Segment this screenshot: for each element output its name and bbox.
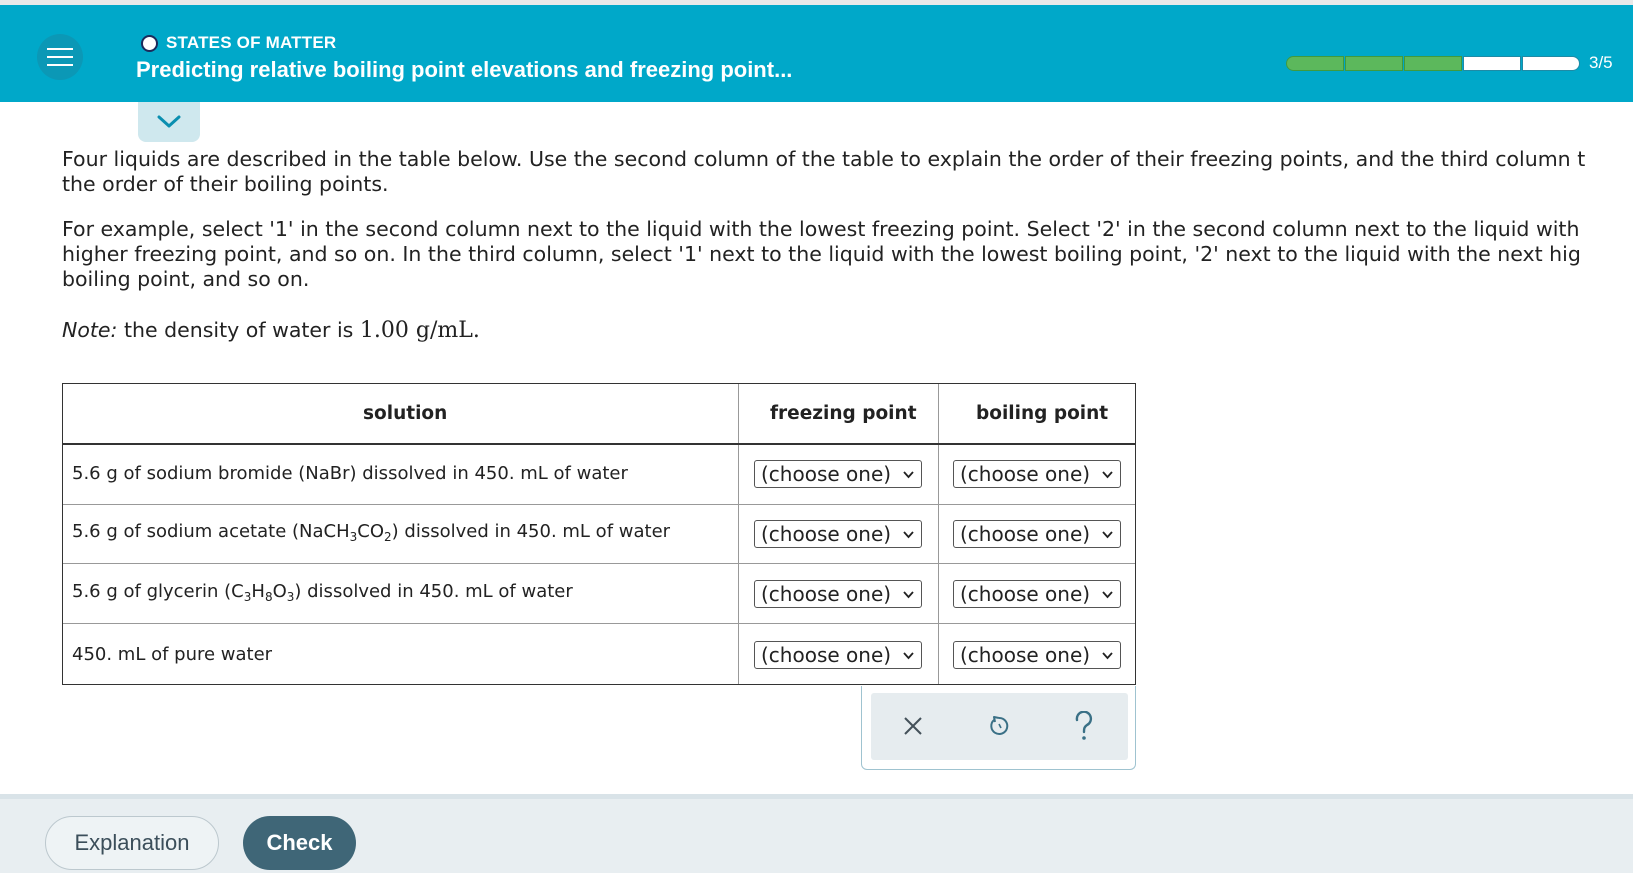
column-divider [938,384,939,684]
progress-count: 3/5 [1589,53,1613,72]
solution-sodium-acetate: 5.6 g of sodium acetate (NaCH3CO2) disso… [72,521,671,544]
check-button[interactable]: Check [243,816,356,870]
subscript: 8 [264,590,273,604]
select-value: (choose one) [761,582,892,606]
chevron-down-icon [903,652,914,660]
boiling-point-select-1[interactable]: (choose one) [953,460,1121,488]
chevron-down-icon [903,531,914,539]
question-line-4: higher freezing point, and so on. In the… [62,242,1581,266]
question-mark-icon [1075,711,1093,740]
collapse-header-button[interactable] [138,102,200,142]
select-value: (choose one) [761,643,892,667]
freezing-point-select-1[interactable]: (choose one) [754,460,922,488]
select-value: (choose one) [761,522,892,546]
question-line-3: For example, select '1' in the second co… [62,217,1580,241]
solution-text: O [272,581,287,602]
progress-bar: 3/5 [1286,53,1613,73]
select-value: (choose one) [960,522,1091,546]
help-button[interactable] [1066,708,1102,744]
solution-text: H [251,581,265,602]
chevron-down-icon [1102,531,1113,539]
note-value: 1.00 g/mL. [359,318,480,343]
lesson-title: Predicting relative boiling point elevat… [136,57,793,82]
density-note: Note: the density of water is 1.00 g/mL. [62,318,1633,343]
solution-text: 450. mL of pure water [72,644,273,665]
explanation-button[interactable]: Explanation [45,816,219,870]
question-line-5: boiling point, and so on. [62,267,310,291]
undo-button[interactable] [981,708,1017,744]
answer-tools [861,686,1136,770]
freezing-point-select-4[interactable]: (choose one) [754,641,922,669]
question-line-2: the order of their boiling points. [62,172,389,196]
freezing-point-select-2[interactable]: (choose one) [754,520,922,548]
chevron-down-icon [903,591,914,599]
footer-bar: Explanation Check [0,794,1633,873]
header-freezing-point: freezing point [770,403,917,424]
row-divider [63,504,1135,505]
header-boiling-point: boiling point [976,403,1109,424]
menu-button[interactable] [37,34,83,80]
boiling-point-select-2[interactable]: (choose one) [953,520,1121,548]
boiling-point-select-3[interactable]: (choose one) [953,580,1121,608]
note-text: the density of water is [117,318,360,342]
topic-row: STATES OF MATTER [141,33,336,53]
select-value: (choose one) [960,643,1091,667]
column-divider [738,384,739,684]
select-value: (choose one) [960,462,1091,486]
answer-tools-bar [871,693,1128,760]
chevron-down-icon [157,115,181,128]
solution-text: 5.6 g of sodium acetate (NaCH [72,521,350,542]
solution-text: 5.6 g of sodium bromide (NaBr) dissolved… [72,463,628,484]
solution-glycerin: 5.6 g of glycerin (C3H8O3) dissolved in … [72,581,573,604]
header-bar: STATES OF MATTER Predicting relative boi… [0,5,1633,102]
boiling-point-select-4[interactable]: (choose one) [953,641,1121,669]
chevron-down-icon [1102,652,1113,660]
select-value: (choose one) [761,462,892,486]
select-value: (choose one) [960,582,1091,606]
progress-segment-4 [1463,55,1521,71]
subscript: 2 [384,530,392,544]
undo-icon [990,716,1009,735]
header-divider [63,443,1135,445]
note-label: Note: [62,318,118,342]
progress-segment-1 [1286,55,1344,71]
hamburger-icon [47,42,73,72]
header-solution: solution [363,403,448,424]
chevron-down-icon [1102,471,1113,479]
solution-text: CO [357,521,385,542]
solution-text: ) dissolved in 450. mL of water [294,581,573,602]
chevron-down-icon [1102,591,1113,599]
chevron-down-icon [903,471,914,479]
liquids-table: solution freezing point boiling point 5.… [62,383,1136,685]
solution-text: ) dissolved in 450. mL of water [391,521,671,542]
close-icon [904,717,922,735]
progress-segment-3 [1404,55,1462,71]
topic-status-icon [141,34,158,52]
topic-label: STATES OF MATTER [166,33,337,52]
progress-segment-2 [1345,55,1403,71]
solution-sodium-bromide: 5.6 g of sodium bromide (NaBr) dissolved… [72,463,628,484]
page: STATES OF MATTER Predicting relative boi… [0,0,1633,873]
solution-pure-water: 450. mL of pure water [72,644,272,665]
clear-button[interactable] [895,708,931,744]
row-divider [63,623,1135,624]
solution-text: 5.6 g of glycerin (C [72,581,244,602]
question-line-1: Four liquids are described in the table … [62,147,1586,171]
row-divider [63,563,1135,564]
progress-segment-5 [1522,55,1580,71]
freezing-point-select-3[interactable]: (choose one) [754,580,922,608]
